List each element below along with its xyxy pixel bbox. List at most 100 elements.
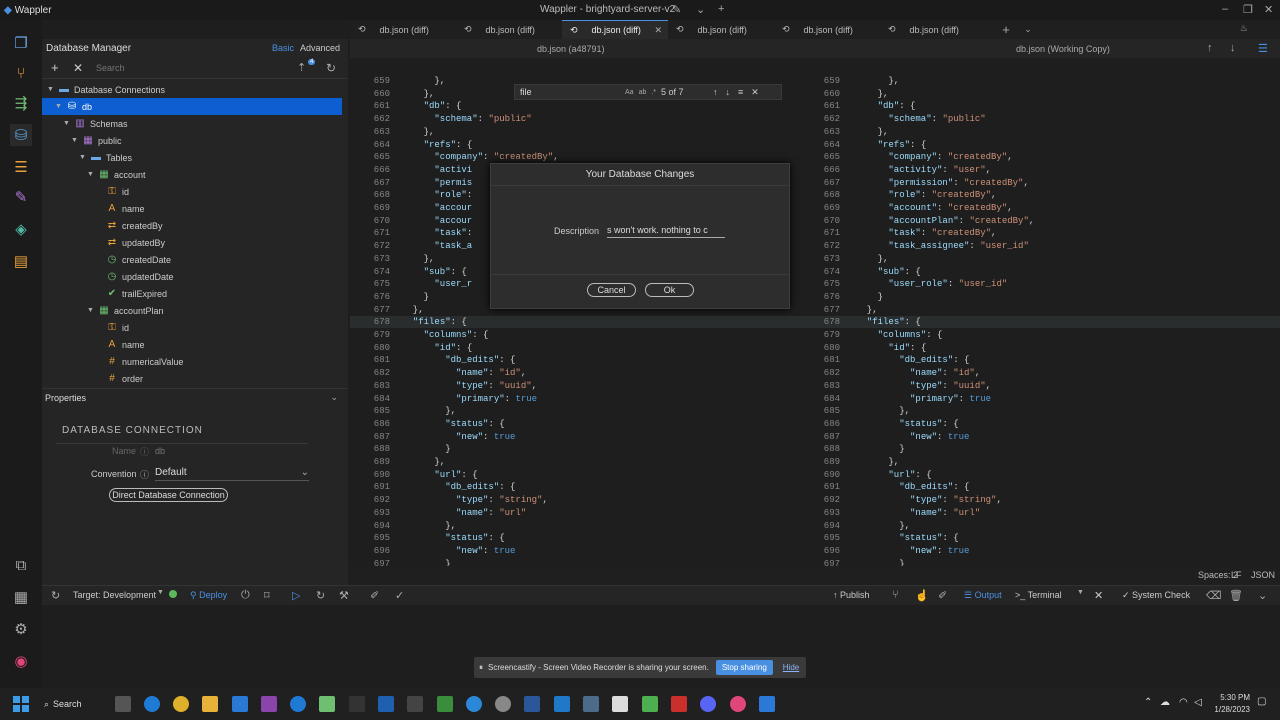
- caret-down-icon[interactable]: ▼: [47, 86, 57, 93]
- advanced-mode-link[interactable]: Advanced: [300, 43, 340, 53]
- check-circle-icon[interactable]: ✓: [395, 589, 404, 602]
- description-input[interactable]: s won't work. nothing to c: [607, 223, 725, 238]
- close-find-icon[interactable]: ✕: [751, 87, 759, 98]
- system-check-button[interactable]: ✓ System Check: [1122, 590, 1190, 601]
- settings-app-icon[interactable]: [495, 696, 511, 712]
- git-icon[interactable]: ⑂: [10, 62, 32, 84]
- caret-down-icon[interactable]: ▼: [79, 154, 89, 161]
- tree-item[interactable]: # order: [42, 370, 342, 385]
- filezilla-icon[interactable]: [671, 696, 687, 712]
- brush-icon[interactable]: ✐: [938, 589, 947, 602]
- app-icon[interactable]: [466, 696, 482, 712]
- taskbar-search[interactable]: ⌕ Search: [44, 695, 102, 713]
- workflow-icon[interactable]: ⇶: [10, 92, 32, 114]
- app-icon[interactable]: [437, 696, 453, 712]
- tree-item[interactable]: ▼ ▬ Database Connections: [42, 81, 342, 98]
- collapse-chevron-icon[interactable]: ⌄: [330, 392, 338, 403]
- clipboard-icon[interactable]: ▤: [10, 250, 32, 272]
- trash-icon[interactable]: 🗑: [1229, 589, 1243, 602]
- clock-time[interactable]: 5:30 PM: [1210, 693, 1250, 702]
- tree-item[interactable]: ⚿ id: [42, 319, 342, 336]
- filter-icon[interactable]: ⇡: [297, 61, 306, 74]
- basic-mode-link[interactable]: Basic: [272, 43, 294, 53]
- project-icon[interactable]: ▦: [10, 586, 32, 608]
- refresh-icon[interactable]: ↻: [326, 61, 336, 75]
- app-c-icon[interactable]: [290, 696, 306, 712]
- wappler-app-icon[interactable]: [730, 696, 746, 712]
- tree-item[interactable]: ◷ createdDate: [42, 251, 342, 268]
- right-editor[interactable]: 659 }, 660 }, 661 "db": {662 "schema": "pu…: [800, 58, 1280, 566]
- flame-icon[interactable]: ♨: [1240, 23, 1248, 34]
- volume-icon[interactable]: ◁: [1194, 697, 1202, 708]
- ok-button[interactable]: Ok: [645, 283, 694, 297]
- hide-button[interactable]: Hide: [783, 663, 799, 672]
- next-change-icon[interactable]: ↓: [1230, 42, 1236, 54]
- match-case-icon[interactable]: Aa: [625, 89, 634, 96]
- caret-down-icon[interactable]: ▼: [87, 171, 97, 178]
- refresh-icon[interactable]: ↻: [51, 589, 60, 602]
- previous-change-icon[interactable]: ↑: [1207, 42, 1213, 54]
- cloud-icon[interactable]: ☁: [1160, 697, 1170, 708]
- settings-gear-icon[interactable]: ⚙: [10, 618, 32, 640]
- chevron-down-icon[interactable]: ⌄: [696, 3, 705, 16]
- vscode-icon[interactable]: [554, 696, 570, 712]
- bookmark-icon[interactable]: ⌑: [264, 589, 270, 602]
- tree-item[interactable]: ✔ trailExpired: [42, 285, 342, 302]
- target-select[interactable]: Target: Development: [73, 590, 156, 600]
- tab-db-json-diff[interactable]: ⟲ db.json (diff): [774, 20, 880, 39]
- app-icon[interactable]: [759, 696, 775, 712]
- caret-down-icon[interactable]: ▼: [63, 120, 73, 127]
- app-icon[interactable]: [612, 696, 628, 712]
- caret-down-icon[interactable]: ▼: [87, 307, 97, 314]
- find-input[interactable]: file: [520, 87, 625, 97]
- tree-item[interactable]: Aname: [42, 336, 342, 353]
- tab-list-chevron-icon[interactable]: ⌄: [1018, 20, 1038, 39]
- resources-icon[interactable]: ✎: [10, 186, 32, 208]
- regex-icon[interactable]: .*: [651, 89, 656, 96]
- db-search-input[interactable]: [96, 60, 276, 75]
- thumbs-up-icon[interactable]: ☝: [915, 589, 929, 602]
- clock-date[interactable]: 1/28/2023: [1210, 705, 1250, 714]
- close-terminal-icon[interactable]: ✕: [1094, 589, 1103, 602]
- deploy-button[interactable]: ⚲ Deploy: [190, 590, 227, 601]
- minimize-button[interactable]: –: [1222, 3, 1228, 15]
- direct-connection-button[interactable]: Direct Database Connection: [109, 488, 228, 502]
- toggle-view-icon[interactable]: ☰: [1258, 42, 1268, 55]
- tab-db-json-diff[interactable]: ⟲ db.json (diff): [668, 20, 774, 39]
- cancel-button[interactable]: Cancel: [587, 283, 636, 297]
- new-tab-icon[interactable]: +: [718, 3, 724, 15]
- tree-item[interactable]: ⇄ createdBy: [42, 217, 342, 234]
- twitch-icon[interactable]: [261, 696, 277, 712]
- publish-button[interactable]: ↑ Publish: [833, 590, 870, 600]
- caret-down-icon[interactable]: ▼: [71, 137, 81, 144]
- terminal-app-icon[interactable]: [407, 696, 423, 712]
- run-icon[interactable]: ▷: [292, 589, 300, 602]
- tree-item[interactable]: ▼ ▥ Schemas: [42, 115, 342, 132]
- tree-item[interactable]: ⚿ id: [42, 183, 342, 200]
- eraser-icon[interactable]: ⌫: [1206, 589, 1222, 602]
- tree-item[interactable]: ⇄ updatedBy: [42, 234, 342, 251]
- tree-item[interactable]: ▼ ▦ public: [42, 132, 342, 149]
- tab-db-json-diff[interactable]: ⟲ db.json (diff): [350, 20, 456, 39]
- edit-icon[interactable]: ✎: [672, 3, 681, 16]
- clear-icon[interactable]: ✕: [73, 61, 83, 75]
- eol-status[interactable]: LF: [1231, 570, 1242, 580]
- word-icon[interactable]: [524, 696, 540, 712]
- next-match-icon[interactable]: ↓: [726, 87, 731, 97]
- extensions-icon[interactable]: ⧉: [10, 554, 32, 576]
- prev-match-icon[interactable]: ↑: [713, 87, 718, 97]
- caret-down-icon[interactable]: ▼: [55, 103, 65, 110]
- pages-icon[interactable]: ❐: [10, 32, 32, 54]
- restart-icon[interactable]: ↻: [316, 589, 325, 602]
- chrome-icon[interactable]: [173, 696, 189, 712]
- tab-db-json-diff[interactable]: ⟲ db.json (diff) ✕: [562, 20, 668, 39]
- output-tab[interactable]: ☰ Output: [964, 590, 1002, 601]
- convention-select[interactable]: Default ⌄: [155, 467, 309, 481]
- pause-icon[interactable]: ⏸: [479, 663, 483, 673]
- maximize-button[interactable]: ❐: [1243, 3, 1253, 16]
- chevron-down-icon[interactable]: ▼: [1077, 589, 1084, 596]
- tab-db-json-diff[interactable]: ⟲ db.json (diff): [456, 20, 562, 39]
- whole-word-icon[interactable]: ab: [639, 89, 647, 96]
- tree-item[interactable]: ▼ ▬ Tables: [42, 149, 342, 166]
- properties-header[interactable]: Properties ⌄: [42, 389, 348, 406]
